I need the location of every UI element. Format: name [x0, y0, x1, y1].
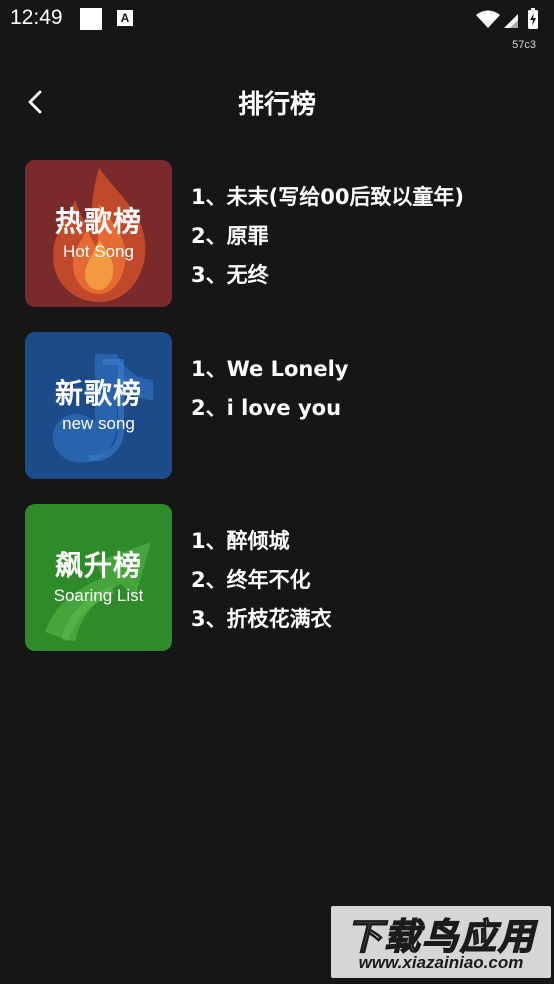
status-time: 12:49: [10, 6, 63, 29]
status-indicators: [444, 6, 544, 32]
header: 排行榜: [0, 70, 554, 134]
chart-cover-title: 热歌榜: [54, 205, 142, 238]
notification-icon: [80, 8, 102, 30]
chart-cover-new-song[interactable]: 新歌榜 new song: [25, 332, 172, 479]
song-list: 1、We Lonely 2、i love you: [191, 350, 531, 428]
chart-cover-hot-song[interactable]: 热歌榜 Hot Song: [25, 160, 172, 307]
chart-cover-title: 新歌榜: [54, 377, 142, 410]
song-item[interactable]: 3、无终: [191, 256, 531, 295]
watermark: 下载鸟应用 www.xiazainiao.com: [331, 906, 551, 978]
wifi-icon: [476, 10, 500, 28]
song-item[interactable]: 3、折枝花满衣: [191, 600, 531, 639]
chart-card-new-song[interactable]: 新歌榜 new song 1、We Lonely 2、i love you: [25, 332, 530, 480]
status-bar: 12:49 A 57c3: [0, 0, 554, 51]
chart-card-hot-song[interactable]: 热歌榜 Hot Song 1、未末(写给00后致以童年) 2、原罪 3、无终: [25, 160, 530, 308]
battery-icon: [528, 8, 538, 29]
song-item[interactable]: 1、未末(写给00后致以童年): [191, 178, 531, 217]
song-item[interactable]: 1、We Lonely: [191, 350, 531, 389]
chart-cover-soaring-list[interactable]: 飙升榜 Soaring List: [25, 504, 172, 651]
page-title: 排行榜: [237, 90, 316, 120]
chart-cover-title: 飙升榜: [54, 549, 142, 582]
chart-cover-subtitle: Soaring List: [53, 586, 144, 605]
signal-icon: [504, 14, 518, 28]
chart-cover-subtitle: Hot Song: [63, 242, 134, 261]
song-item[interactable]: 2、原罪: [191, 217, 531, 256]
chart-card-soaring-list[interactable]: 飙升榜 Soaring List 1、醉倾城 2、终年不化 3、折枝花满衣: [25, 504, 530, 652]
build-code: 57c3: [512, 39, 536, 51]
notification-badge-icon: A: [117, 10, 133, 26]
watermark-url: www.xiazainiao.com: [358, 953, 524, 972]
song-item[interactable]: 2、i love you: [191, 389, 531, 428]
song-item[interactable]: 1、醉倾城: [191, 522, 531, 561]
chart-cover-subtitle: new song: [62, 414, 135, 433]
song-list: 1、未末(写给00后致以童年) 2、原罪 3、无终: [191, 178, 531, 295]
song-item[interactable]: 2、终年不化: [191, 561, 531, 600]
song-list: 1、醉倾城 2、终年不化 3、折枝花满衣: [191, 522, 531, 639]
